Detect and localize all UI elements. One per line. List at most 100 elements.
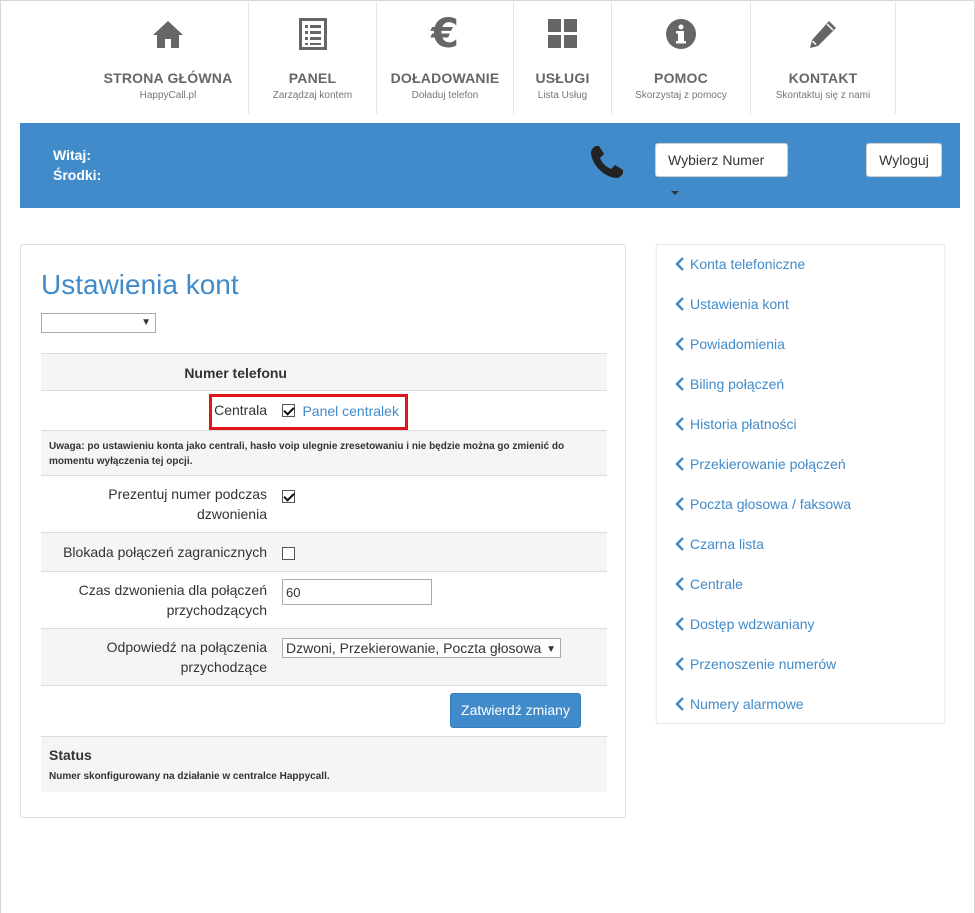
block-intl-checkbox[interactable] bbox=[282, 547, 295, 561]
sidebar-item-label: Biling połączeń bbox=[690, 376, 785, 392]
ring-time-input[interactable] bbox=[282, 579, 432, 605]
chevron-left-icon bbox=[675, 257, 684, 271]
present-number-control bbox=[282, 488, 295, 506]
sidebar-item-label: Poczta głosowa / faksowa bbox=[690, 496, 852, 512]
home-icon bbox=[88, 16, 248, 52]
nav-item-help-title: POMOC bbox=[654, 70, 708, 86]
nav-item-contact-sub: Skontaktuj się z nami bbox=[775, 90, 871, 101]
answer-label-line1: Odpowiedź na połączenia bbox=[106, 639, 267, 655]
centrala-warning: Uwaga: po ustawieniu konta jako centrali… bbox=[49, 441, 565, 467]
chevron-left-icon bbox=[675, 577, 684, 591]
answer-dropdown[interactable]: Dzwoni, Przekierowanie, Poczta głosowa ▼ bbox=[282, 638, 561, 658]
nav-item-home-sub: HappyCall.pl bbox=[139, 90, 197, 101]
logout-button[interactable]: Wyloguj bbox=[866, 143, 942, 177]
nav-item-services[interactable]: USŁUGI Lista Usług bbox=[514, 2, 612, 114]
block-intl-row: Blokada połączeń zagranicznych bbox=[41, 532, 607, 571]
sidebar-item-emergency-numbers[interactable]: Numery alarmowe bbox=[675, 696, 804, 712]
chevron-left-icon bbox=[675, 297, 684, 311]
account-select[interactable]: ▼ bbox=[41, 313, 156, 333]
nav-item-home[interactable]: STRONA GŁÓWNA HappyCall.pl bbox=[88, 2, 249, 114]
chevron-down-icon: ▼ bbox=[141, 317, 151, 328]
chevron-left-icon bbox=[675, 377, 684, 391]
sidebar-item-label: Historia płatności bbox=[690, 416, 797, 432]
sidebar-item-phone-accounts[interactable]: Konta telefoniczne bbox=[675, 256, 805, 272]
answer-label: Odpowiedź na połączenia przychodzące bbox=[107, 637, 267, 677]
status-text: Numer skonfigurowany na działanie w cent… bbox=[49, 771, 330, 782]
sidebar-item-voicemail-fax[interactable]: Poczta głosowa / faksowa bbox=[675, 496, 851, 512]
welcome-label: Witaj: bbox=[53, 147, 91, 163]
sidebar-item-label: Konta telefoniczne bbox=[690, 256, 806, 272]
block-intl-control bbox=[282, 545, 295, 563]
sidebar-item-dial-in-access[interactable]: Dostęp wdzwaniany bbox=[675, 616, 815, 632]
chevron-left-icon bbox=[675, 617, 684, 631]
sidebar-item-notifications[interactable]: Powiadomienia bbox=[675, 336, 785, 352]
sidebar-item-account-settings[interactable]: Ustawienia kont bbox=[675, 296, 789, 312]
submit-row: Zatwierdź zmiany bbox=[41, 685, 607, 736]
answer-row: Odpowiedź na połączenia przychodzące Dzw… bbox=[41, 628, 607, 685]
phone-icon bbox=[588, 143, 626, 186]
top-navigation: STRONA GŁÓWNA HappyCall.pl PANEL Zarządz… bbox=[88, 2, 896, 114]
account-settings-panel: Ustawienia kont ▼ Numer telefonu Central… bbox=[20, 244, 626, 818]
sidebar-item-label: Numery alarmowe bbox=[690, 696, 804, 712]
nav-item-help[interactable]: POMOC Skorzystaj z pomocy bbox=[612, 2, 751, 114]
status-row: Status Numer skonfigurowany na działanie… bbox=[41, 736, 607, 792]
sidebar-item-number-porting[interactable]: Przenoszenie numerów bbox=[675, 656, 836, 672]
ring-time-control bbox=[282, 579, 432, 605]
chevron-down-icon bbox=[671, 191, 679, 196]
grid-icon bbox=[514, 16, 611, 52]
chevron-down-icon: ▼ bbox=[546, 644, 556, 655]
nav-item-panel-sub: Zarządzaj kontem bbox=[272, 90, 353, 101]
sidebar-item-billing[interactable]: Biling połączeń bbox=[675, 376, 784, 392]
present-number-checkbox[interactable] bbox=[282, 490, 295, 504]
sidebar-item-label: Czarna lista bbox=[690, 536, 764, 552]
select-number-button[interactable]: Wybierz Numer bbox=[655, 143, 788, 196]
sidebar-item-label: Przenoszenie numerów bbox=[690, 656, 837, 672]
euro-icon: € bbox=[431, 11, 459, 57]
nav-item-panel[interactable]: PANEL Zarządzaj kontem bbox=[249, 2, 377, 114]
user-info: Witaj: Środki: bbox=[53, 145, 101, 185]
chevron-left-icon bbox=[675, 417, 684, 431]
sidebar-item-label: Powiadomienia bbox=[690, 336, 785, 352]
nav-item-contact[interactable]: KONTAKT Skontaktuj się z nami bbox=[751, 2, 896, 114]
nav-item-topup-title: DOŁADOWANIE bbox=[390, 70, 500, 86]
sidebar-item-blacklist[interactable]: Czarna lista bbox=[675, 536, 764, 552]
sidebar-item-label: Centrale bbox=[690, 576, 743, 592]
sidebar-item-call-forwarding[interactable]: Przekierowanie połączeń bbox=[675, 456, 846, 472]
sidebar: Konta telefoniczne Ustawienia kont Powia… bbox=[656, 244, 945, 724]
block-intl-label: Blokada połączeń zagranicznych bbox=[63, 544, 267, 560]
phone-number-header: Numer telefonu bbox=[184, 365, 287, 381]
present-number-label: Prezentuj numer podczas dzwonienia bbox=[108, 484, 267, 524]
highlight-box bbox=[209, 394, 408, 430]
select-number-label: Wybierz Numer bbox=[668, 152, 765, 168]
sidebar-item-label: Ustawienia kont bbox=[690, 296, 789, 312]
present-number-row: Prezentuj numer podczas dzwonienia bbox=[41, 475, 607, 532]
chevron-left-icon bbox=[675, 657, 684, 671]
page-title: Ustawienia kont bbox=[41, 269, 239, 300]
ring-time-label-line2: przychodzących bbox=[166, 602, 267, 618]
present-number-label-line2: dzwonienia bbox=[196, 506, 267, 522]
user-header-bar: Witaj: Środki: Wybierz Numer Wyloguj bbox=[20, 123, 960, 208]
ring-time-label-line1: Czas dzwonienia dla połączeń bbox=[78, 582, 267, 598]
answer-dropdown-value: Dzwoni, Przekierowanie, Poczta głosowa bbox=[286, 640, 542, 656]
info-icon bbox=[612, 16, 750, 52]
nav-item-services-sub: Lista Usług bbox=[537, 90, 588, 101]
nav-item-panel-title: PANEL bbox=[288, 70, 337, 86]
nav-item-help-sub: Skorzystaj z pomocy bbox=[635, 90, 727, 101]
sidebar-item-label: Przekierowanie połączeń bbox=[690, 456, 846, 472]
nav-item-contact-title: KONTAKT bbox=[788, 70, 858, 86]
sidebar-item-centrals[interactable]: Centrale bbox=[675, 576, 743, 592]
chevron-left-icon bbox=[675, 457, 684, 471]
sidebar-item-payment-history[interactable]: Historia płatności bbox=[675, 416, 797, 432]
status-title: Status bbox=[49, 747, 92, 763]
phone-number-row: Numer telefonu bbox=[41, 353, 607, 390]
funds-label: Środki: bbox=[53, 167, 102, 183]
nav-item-topup[interactable]: € DOŁADOWANIE Doładuj telefon bbox=[377, 2, 514, 114]
chevron-left-icon bbox=[675, 697, 684, 711]
answer-control: Dzwoni, Przekierowanie, Poczta głosowa ▼ bbox=[282, 638, 561, 658]
chevron-left-icon bbox=[675, 337, 684, 351]
ring-time-row: Czas dzwonienia dla połączeń przychodząc… bbox=[41, 571, 607, 628]
sidebar-item-label: Dostęp wdzwaniany bbox=[690, 616, 815, 632]
list-icon bbox=[249, 16, 376, 52]
nav-item-services-title: USŁUGI bbox=[535, 70, 590, 86]
submit-changes-button[interactable]: Zatwierdź zmiany bbox=[450, 693, 581, 728]
